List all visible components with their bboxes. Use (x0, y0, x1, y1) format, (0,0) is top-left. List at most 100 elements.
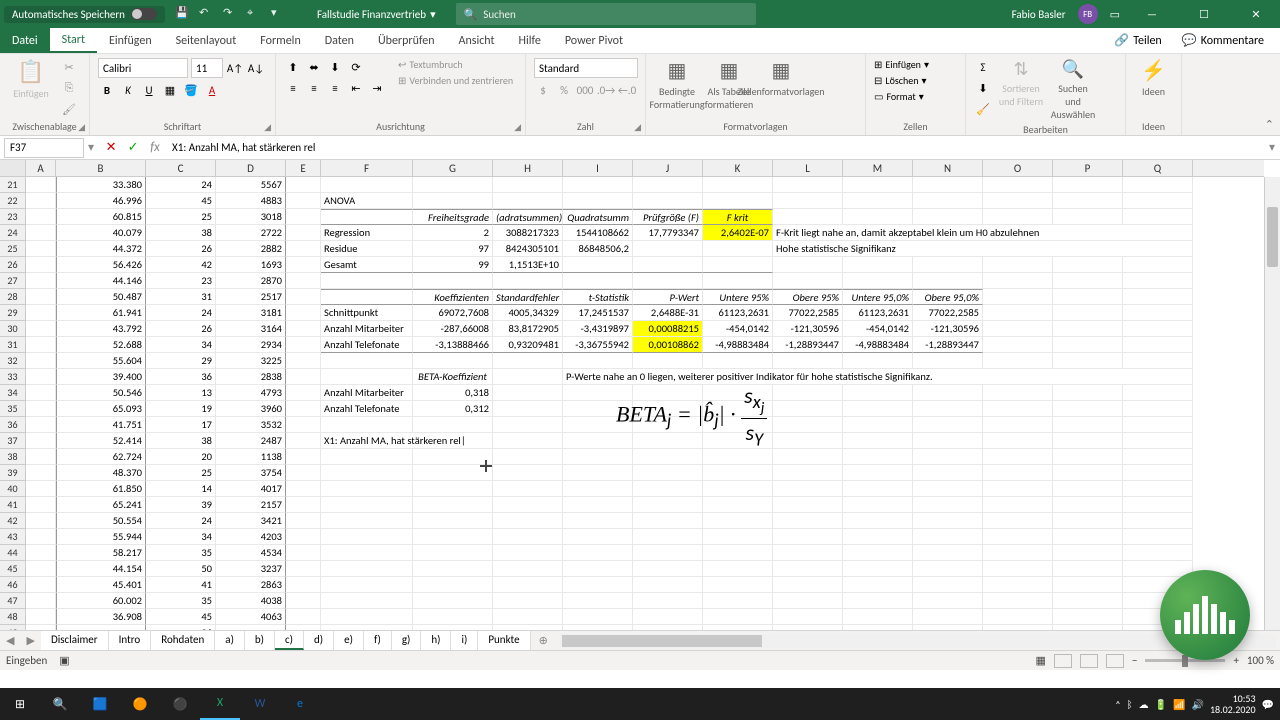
autosave-toggle[interactable]: Automatisches Speichern (4, 6, 165, 23)
expand-formula-bar-icon[interactable]: ▾ (1264, 140, 1280, 155)
tray-notifications-icon[interactable]: 💬 (1262, 698, 1274, 711)
decrease-font-icon[interactable]: A↓ (247, 59, 265, 77)
zoom-slider[interactable] (1145, 659, 1225, 662)
sheet-tab[interactable]: d) (304, 631, 334, 650)
wrap-text-button[interactable]: ↩ Textumbruch (398, 58, 513, 71)
start-button[interactable]: ⊞ (0, 688, 40, 720)
align-middle-icon[interactable]: ⬌ (305, 58, 323, 76)
format-painter-icon[interactable]: 🖌 (60, 100, 78, 118)
macro-record-icon[interactable]: ▣ (59, 654, 69, 667)
display-settings-icon[interactable]: ▦ (1036, 654, 1046, 667)
increase-decimal-icon[interactable]: .0→ (597, 81, 615, 99)
sheet-tab[interactable]: a) (215, 631, 245, 650)
tab-view[interactable]: Ansicht (447, 28, 507, 53)
paste-button[interactable]: 📋 Einfügen (8, 58, 54, 100)
orientation-icon[interactable]: ⟳ (347, 58, 365, 76)
user-name[interactable]: Fabio Basler (1012, 8, 1066, 21)
zoom-in-icon[interactable]: + (1233, 654, 1238, 667)
sheet-tab[interactable]: Punkte (478, 631, 530, 650)
undo-icon[interactable]: ↶ (199, 6, 215, 22)
sheet-tab[interactable]: h) (421, 631, 451, 650)
task-app-3[interactable]: ⚫ (160, 688, 200, 720)
document-title[interactable]: Fallstudie Finanzvertrieb ▾ (317, 8, 436, 21)
tab-pagelayout[interactable]: Seitenlayout (164, 28, 249, 53)
save-icon[interactable]: 💾 (175, 6, 191, 22)
add-sheet-icon[interactable]: ⊕ (531, 634, 556, 647)
insert-cells-button[interactable]: ⊞ Einfügen ▾ (874, 58, 929, 71)
decrease-decimal-icon[interactable]: ←.0 (618, 81, 636, 99)
tab-help[interactable]: Hilfe (507, 28, 553, 53)
search-taskbar-icon[interactable]: 🔍 (40, 688, 80, 720)
task-excel[interactable]: X (200, 688, 240, 720)
tab-data[interactable]: Daten (313, 28, 366, 53)
currency-icon[interactable]: $ (534, 81, 552, 99)
tray-battery-icon[interactable]: 🔋 (1155, 698, 1167, 711)
avatar[interactable]: FB (1078, 4, 1098, 24)
comments-button[interactable]: 💬 Kommentare (1174, 31, 1272, 50)
task-word[interactable]: W (240, 688, 280, 720)
search-box[interactable]: 🔍 Suchen (456, 3, 756, 25)
increase-indent-icon[interactable]: ⇥ (368, 79, 386, 97)
percent-icon[interactable]: % (555, 81, 573, 99)
fx-icon[interactable]: fx (144, 140, 166, 155)
format-cells-button[interactable]: ▭ Format ▾ (874, 90, 924, 103)
ideas-button[interactable]: ⚡Ideen (1134, 58, 1173, 98)
sheet-tab[interactable]: g) (392, 631, 422, 650)
tray-up-icon[interactable]: ˄ (1115, 698, 1120, 711)
sheet-tab[interactable]: e) (334, 631, 364, 650)
tab-review[interactable]: Überprüfen (366, 28, 447, 53)
fill-color-icon[interactable]: 🪣 (182, 81, 200, 99)
sheet-tab[interactable]: Intro (109, 631, 152, 650)
bold-icon[interactable]: B (98, 81, 116, 99)
italic-icon[interactable]: K (119, 81, 137, 99)
tab-home[interactable]: Start (50, 28, 97, 53)
font-color-icon[interactable]: A (203, 81, 221, 99)
minimize-button[interactable]: — (1132, 0, 1172, 28)
font-size-input[interactable] (191, 58, 223, 78)
task-app-2[interactable]: 🟠 (120, 688, 160, 720)
tab-file[interactable]: Datei (0, 28, 50, 53)
sheet-tab[interactable]: c) (275, 631, 304, 650)
find-select-button[interactable]: 🔍Suchen und Auswählen (1050, 58, 1096, 121)
copy-icon[interactable]: ⎘ (60, 79, 78, 97)
sort-filter-button[interactable]: ⇅Sortieren und Filtern (998, 58, 1044, 108)
autosum-icon[interactable]: Σ (974, 58, 992, 76)
sheet-tab[interactable]: i) (451, 631, 478, 650)
align-left-icon[interactable]: ≡ (284, 79, 302, 97)
collapse-ribbon-icon[interactable]: ⌃ (1265, 118, 1274, 131)
enter-icon[interactable]: ✓ (122, 140, 144, 155)
border-icon[interactable]: ▦ (161, 81, 179, 99)
align-center-icon[interactable]: ≡ (305, 79, 323, 97)
align-bottom-icon[interactable]: ⬇ (326, 58, 344, 76)
tab-formulas[interactable]: Formeln (248, 28, 312, 53)
task-edge[interactable]: e (280, 688, 320, 720)
tab-powerpivot[interactable]: Power Pivot (553, 28, 635, 53)
sheet-nav-next-icon[interactable]: ▶ (20, 634, 40, 647)
decrease-indent-icon[interactable]: ⇤ (347, 79, 365, 97)
cancel-icon[interactable]: ✕ (100, 140, 122, 155)
font-name-input[interactable] (98, 58, 188, 78)
formula-input[interactable]: X1: Anzahl MA, hat stärkeren rel (166, 140, 1264, 155)
sheet-tab[interactable]: Disclaimer (41, 631, 109, 650)
close-button[interactable]: ✕ (1236, 0, 1276, 28)
tab-insert[interactable]: Einfügen (97, 28, 164, 53)
number-format-select[interactable] (534, 58, 638, 78)
align-top-icon[interactable]: ⬆ (284, 58, 302, 76)
share-button[interactable]: 🔗 Teilen (1106, 31, 1170, 50)
align-right-icon[interactable]: ≡ (326, 79, 344, 97)
page-layout-view-icon[interactable] (1080, 654, 1098, 668)
tray-bluetooth-icon[interactable]: ᛒ (1127, 698, 1133, 711)
normal-view-icon[interactable] (1054, 654, 1072, 668)
touch-mode-icon[interactable]: ⌖ (247, 6, 263, 22)
zoom-level[interactable]: 100 % (1247, 654, 1274, 667)
delete-cells-button[interactable]: ⊟ Löschen ▾ (874, 74, 927, 87)
task-app-1[interactable]: 🟦 (80, 688, 120, 720)
sheet-nav-prev-icon[interactable]: ◀ (0, 634, 20, 647)
dropdown-icon[interactable]: ▾ (271, 6, 287, 22)
name-box[interactable] (4, 138, 84, 158)
merge-button[interactable]: ⊞ Verbinden und zentrieren (398, 74, 513, 87)
sheet-tab[interactable]: b) (245, 631, 275, 650)
vertical-scrollbar[interactable] (1264, 177, 1280, 630)
clear-icon[interactable]: 🧹 (974, 100, 992, 118)
redo-icon[interactable]: ↷ (223, 6, 239, 22)
